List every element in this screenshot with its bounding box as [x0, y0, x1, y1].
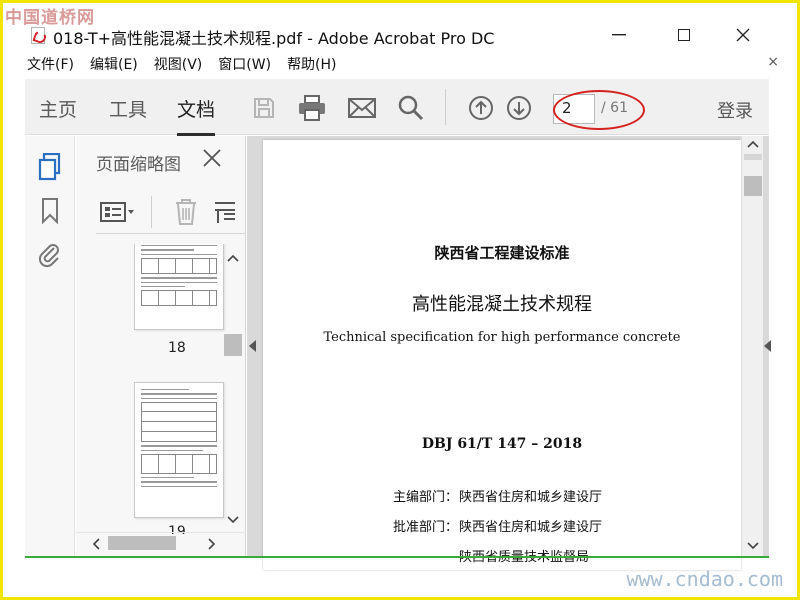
email-button[interactable] — [347, 93, 377, 123]
doc-title-en: Technical specification for high perform… — [323, 330, 681, 345]
thumbnails-panel: 页面缩略图 18 19 — [76, 136, 246, 556]
trash-icon — [176, 199, 196, 225]
page-up-icon — [469, 96, 493, 120]
pdf-file-icon — [31, 27, 45, 44]
scroll-down-arrow-icon — [227, 516, 239, 524]
thumbnail-page-19[interactable] — [134, 382, 224, 518]
scroll-track-mark — [744, 154, 762, 160]
search-button[interactable] — [396, 93, 426, 123]
search-icon — [398, 95, 424, 121]
thumbnail-list: 18 19 — [96, 244, 242, 534]
left-navigation-strip — [25, 136, 75, 556]
menu-help[interactable]: 帮助(H) — [279, 54, 344, 74]
collapse-right-icon[interactable] — [763, 340, 771, 352]
page-thumbnails-button[interactable] — [37, 152, 63, 182]
doc-standard-header: 陕西省工程建设标准 — [434, 244, 570, 262]
scroll-left-arrow-icon — [92, 538, 100, 550]
save-button[interactable] — [249, 93, 279, 123]
main-toolbar: 主页 工具 文档 2 / 61 登录 — [25, 79, 769, 136]
page-down-icon — [507, 96, 531, 120]
title-bar: 018-T+高性能混凝土技术规程.pdf - Adobe Acrobat Pro… — [3, 19, 797, 51]
menu-close-button[interactable]: × — [767, 54, 779, 70]
watermark-bottom: www.cndao.com — [626, 567, 783, 591]
scroll-down-arrow-icon — [747, 542, 759, 550]
menu-view[interactable]: 视图(V) — [146, 54, 211, 74]
minimize-icon — [612, 34, 626, 36]
app-frame: 中国道桥网 018-T+高性能混凝土技术规程.pdf - Adobe Acrob… — [3, 3, 797, 597]
scroll-up-arrow-icon — [227, 254, 239, 262]
maximize-button[interactable] — [656, 19, 712, 51]
toolbar-separator — [445, 89, 446, 125]
thumbnail-label: 18 — [168, 340, 186, 356]
paperclip-icon — [39, 244, 59, 268]
pdf-page: 陕西省工程建设标准 高性能混凝土技术规程 Technical specifica… — [263, 140, 741, 570]
menu-edit[interactable]: 编辑(E) — [82, 54, 146, 74]
thumbnail-horizontal-scrollbar[interactable] — [76, 532, 246, 552]
scroll-thumb[interactable] — [744, 176, 762, 196]
page-total: / 61 — [601, 100, 628, 116]
panel-tools-separator — [151, 196, 152, 228]
bookmark-icon — [42, 198, 58, 224]
close-icon — [736, 28, 750, 42]
thumbnail-options-button[interactable] — [100, 200, 136, 228]
menu-file[interactable]: 文件(F) — [19, 54, 82, 74]
extract-pages-button[interactable] — [214, 202, 236, 228]
doc-standard-code: DBJ 61/T 147 – 2018 — [421, 436, 583, 452]
collapse-left-icon[interactable] — [249, 340, 257, 352]
minimize-button[interactable] — [591, 19, 647, 51]
delete-page-button[interactable] — [174, 198, 198, 230]
attachments-button[interactable] — [37, 240, 63, 270]
panel-close-button[interactable] — [202, 148, 222, 172]
next-page-button[interactable] — [504, 93, 534, 123]
doc-title-cn: 高性能混凝土技术规程 — [412, 294, 592, 315]
panel-toolbar — [96, 194, 246, 234]
scroll-right-arrow-icon — [208, 538, 216, 550]
tab-home[interactable]: 主页 — [39, 95, 77, 122]
doc-editor: 陕西省住房和城乡建设厅 — [459, 490, 603, 505]
doc-editor-label: 主编部门： — [393, 490, 459, 505]
document-view[interactable]: 陕西省工程建设标准 高性能混凝土技术规程 Technical specifica… — [247, 136, 771, 570]
tab-tools[interactable]: 工具 — [109, 95, 147, 122]
watermark-top: 中国道桥网 — [5, 8, 95, 28]
save-icon — [254, 98, 274, 118]
panel-title: 页面缩略图 — [96, 155, 181, 175]
maximize-icon — [678, 29, 690, 41]
print-icon — [299, 95, 325, 121]
mail-icon — [348, 98, 376, 118]
menu-bar: 文件(F) 编辑(E) 视图(V) 窗口(W) 帮助(H) × — [3, 51, 797, 77]
page-number-input[interactable]: 2 — [553, 94, 595, 124]
close-icon — [203, 149, 221, 167]
status-strip — [25, 556, 769, 558]
doc-approver: 陕西省住房和城乡建设厅 — [459, 520, 603, 535]
page-thumbnails-icon — [38, 153, 61, 181]
options-menu-icon — [100, 202, 134, 222]
document-vertical-scrollbar[interactable] — [741, 136, 763, 556]
close-window-button[interactable] — [715, 19, 771, 51]
extract-pages-icon — [215, 202, 235, 223]
scroll-thumb[interactable] — [108, 536, 176, 550]
thumbnail-page-18[interactable] — [134, 244, 224, 330]
login-link[interactable]: 登录 — [717, 97, 753, 123]
print-button[interactable] — [297, 93, 327, 123]
tab-document[interactable]: 文档 — [177, 95, 216, 136]
doc-approver-label: 批准部门： — [393, 520, 459, 535]
window-title: 018-T+高性能混凝土技术规程.pdf - Adobe Acrobat Pro… — [53, 29, 495, 48]
menu-window[interactable]: 窗口(W) — [210, 54, 279, 74]
bookmarks-button[interactable] — [37, 196, 63, 226]
previous-page-button[interactable] — [466, 93, 496, 123]
scroll-thumb[interactable] — [224, 334, 242, 356]
thumbnail-vertical-scrollbar[interactable] — [222, 244, 244, 534]
scroll-up-arrow-icon — [747, 140, 759, 148]
